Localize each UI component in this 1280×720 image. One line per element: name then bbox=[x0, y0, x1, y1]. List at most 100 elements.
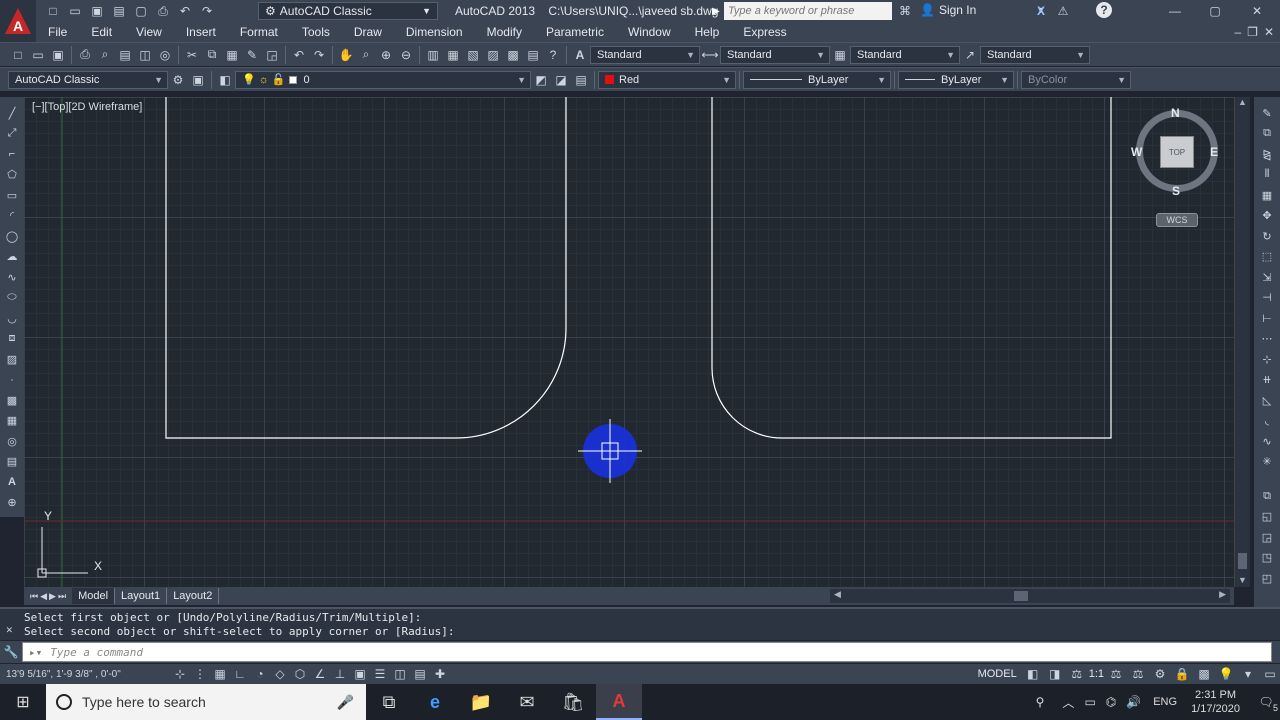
compass-east[interactable]: E bbox=[1210, 145, 1218, 159]
viewport-controls-label[interactable]: [−][Top][2D Wireframe] bbox=[32, 101, 142, 113]
file-explorer-icon[interactable]: 📁 bbox=[458, 684, 504, 720]
scroll-thumb[interactable] bbox=[1014, 591, 1028, 601]
open-icon[interactable]: ▭ bbox=[28, 45, 48, 65]
osnap-icon[interactable]: ◇ bbox=[270, 664, 290, 684]
workspace-switch-icon[interactable]: ⚙ bbox=[1150, 664, 1170, 684]
close-command-icon[interactable]: ✕ bbox=[6, 623, 13, 636]
annotation-visibility-icon[interactable]: ⚖ bbox=[1106, 664, 1126, 684]
clean-screen-icon[interactable]: ▭ bbox=[1260, 664, 1280, 684]
array-icon[interactable]: ▦ bbox=[1256, 185, 1278, 206]
new-icon[interactable]: □ bbox=[8, 45, 28, 65]
close-icon[interactable]: ✕ bbox=[1248, 2, 1266, 20]
color-select[interactable]: Red ▼ bbox=[598, 70, 736, 89]
grid-icon[interactable]: ▦ bbox=[210, 664, 230, 684]
mleader-style-select[interactable]: Standard ▼ bbox=[980, 45, 1090, 64]
block-editor-icon[interactable]: ◲ bbox=[262, 45, 282, 65]
quick-view-drawings-icon[interactable]: ◨ bbox=[1045, 664, 1065, 684]
table-style-icon[interactable]: ▦ bbox=[830, 45, 850, 65]
notification-icon[interactable]: 🗨 5 bbox=[1252, 695, 1280, 713]
infer-constraints-icon[interactable]: ⊹ bbox=[170, 664, 190, 684]
doc-close-icon[interactable]: ✕ bbox=[1264, 25, 1274, 39]
save-as-icon[interactable]: ▤ bbox=[110, 2, 128, 20]
text-style-icon[interactable]: A bbox=[570, 45, 590, 65]
explode-icon[interactable]: ✳ bbox=[1256, 452, 1278, 473]
transparency-icon[interactable]: ◫ bbox=[390, 664, 410, 684]
match-properties-icon[interactable]: ✎ bbox=[242, 45, 262, 65]
layer-previous-icon[interactable]: ◪ bbox=[551, 70, 571, 90]
plot-preview-icon[interactable]: ⌕ bbox=[95, 45, 115, 65]
sign-in-button[interactable]: 👤 Sign In ▼ bbox=[920, 3, 1045, 17]
markup-icon[interactable]: ▩ bbox=[503, 45, 523, 65]
vertical-scrollbar[interactable]: ▲ ▼ bbox=[1234, 97, 1250, 587]
multiline-text-icon[interactable]: A bbox=[2, 472, 22, 493]
windows-start-icon[interactable]: ⊞ bbox=[0, 684, 46, 720]
mirror-icon[interactable]: ⧎ bbox=[1256, 144, 1278, 165]
spline-icon[interactable]: ∿ bbox=[2, 267, 22, 288]
gear-icon[interactable]: ⚙ bbox=[168, 70, 188, 90]
blend-icon[interactable]: ∿ bbox=[1256, 431, 1278, 452]
polygon-icon[interactable]: ⬠ bbox=[2, 165, 22, 186]
table-icon[interactable]: ▤ bbox=[2, 452, 22, 473]
undo-icon[interactable]: ↶ bbox=[176, 2, 194, 20]
zoom-window-icon[interactable]: ⊕ bbox=[376, 45, 396, 65]
draworder-under-icon[interactable]: ◰ bbox=[1256, 568, 1278, 589]
compass-north[interactable]: N bbox=[1171, 106, 1180, 120]
make-block-icon[interactable]: ▨ bbox=[2, 349, 22, 370]
dim-style-icon[interactable]: ⟷ bbox=[700, 45, 720, 65]
point-icon[interactable]: · bbox=[2, 370, 22, 391]
plot-icon[interactable]: ⎙ bbox=[75, 45, 95, 65]
add-selected-icon[interactable]: ⊕ bbox=[2, 493, 22, 514]
doc-restore-icon[interactable]: ❐ bbox=[1247, 25, 1258, 39]
show-hidden-icon[interactable]: ︿ bbox=[1062, 694, 1074, 711]
polar-icon[interactable]: ◔ bbox=[250, 664, 270, 684]
volume-icon[interactable]: 🔊 bbox=[1126, 695, 1141, 709]
table-style-select[interactable]: Standard ▼ bbox=[850, 45, 960, 64]
menu-insert[interactable]: Insert bbox=[174, 22, 228, 42]
menu-help[interactable]: Help bbox=[683, 22, 732, 42]
plotstyle-select[interactable]: ByColor ▼ bbox=[1021, 70, 1131, 89]
workspace-settings-icon[interactable]: ▣ bbox=[188, 70, 208, 90]
battery-icon[interactable]: ▭ bbox=[1084, 695, 1095, 709]
snap-mode-icon[interactable]: ⋮ bbox=[190, 664, 210, 684]
menu-dimension[interactable]: Dimension bbox=[394, 22, 475, 42]
design-center-icon[interactable]: ◎ bbox=[155, 45, 175, 65]
pan-icon[interactable]: ✋ bbox=[336, 45, 356, 65]
isolate-objects-icon[interactable]: 💡 bbox=[1216, 664, 1236, 684]
edge-icon[interactable]: e bbox=[412, 684, 458, 720]
redo-icon[interactable]: ↷ bbox=[198, 2, 216, 20]
menu-tools[interactable]: Tools bbox=[290, 22, 342, 42]
circle-icon[interactable]: ◯ bbox=[2, 226, 22, 247]
insert-block-icon[interactable]: ⧈ bbox=[2, 329, 22, 350]
selection-cycling-icon[interactable]: ✚ bbox=[430, 664, 450, 684]
prev-tab-icon[interactable]: ◀ bbox=[40, 591, 47, 602]
first-tab-icon[interactable]: ⏮ bbox=[30, 591, 38, 602]
gradient-icon[interactable]: ▦ bbox=[2, 411, 22, 432]
network-icon[interactable]: ⌬ bbox=[1106, 695, 1116, 709]
plot-icon[interactable]: ⎙ bbox=[154, 2, 172, 20]
customize-icon[interactable]: 🔧 bbox=[0, 645, 22, 659]
people-icon[interactable]: ⚲ bbox=[1036, 695, 1045, 709]
new-icon[interactable]: □ bbox=[44, 2, 62, 20]
copy-object-icon[interactable]: ⧉ bbox=[1256, 124, 1278, 145]
sun-icon[interactable]: ☼ bbox=[259, 74, 269, 86]
annotation-scale-value[interactable]: 1:1 bbox=[1089, 668, 1104, 680]
paste-icon[interactable]: ▦ bbox=[222, 45, 242, 65]
menu-modify[interactable]: Modify bbox=[475, 22, 534, 42]
taskbar-search-input[interactable]: Type here to search 🎤 bbox=[46, 684, 366, 720]
last-tab-icon[interactable]: ⏭ bbox=[58, 591, 66, 602]
save-icon[interactable]: ▣ bbox=[88, 2, 106, 20]
task-view-icon[interactable]: ⧉ bbox=[366, 684, 412, 720]
lock-icon[interactable]: 🔒 bbox=[1172, 664, 1192, 684]
revision-cloud-icon[interactable]: ☁ bbox=[2, 247, 22, 268]
linetype-select[interactable]: ByLayer ▼ bbox=[743, 70, 891, 89]
menu-edit[interactable]: Edit bbox=[79, 22, 124, 42]
draworder-back-icon[interactable]: ◲ bbox=[1256, 527, 1278, 548]
scale-icon[interactable]: ⬚ bbox=[1256, 247, 1278, 268]
menu-draw[interactable]: Draw bbox=[342, 22, 394, 42]
3d-osnap-icon[interactable]: ⬡ bbox=[290, 664, 310, 684]
wcs-menu[interactable]: WCS bbox=[1156, 213, 1198, 227]
viewcube-top-face[interactable]: TOP bbox=[1160, 136, 1194, 168]
draworder-front-icon[interactable]: ◱ bbox=[1256, 507, 1278, 528]
command-input[interactable]: ▸▾ Type a command bbox=[22, 642, 1272, 662]
scroll-down-icon[interactable]: ▼ bbox=[1238, 575, 1247, 585]
